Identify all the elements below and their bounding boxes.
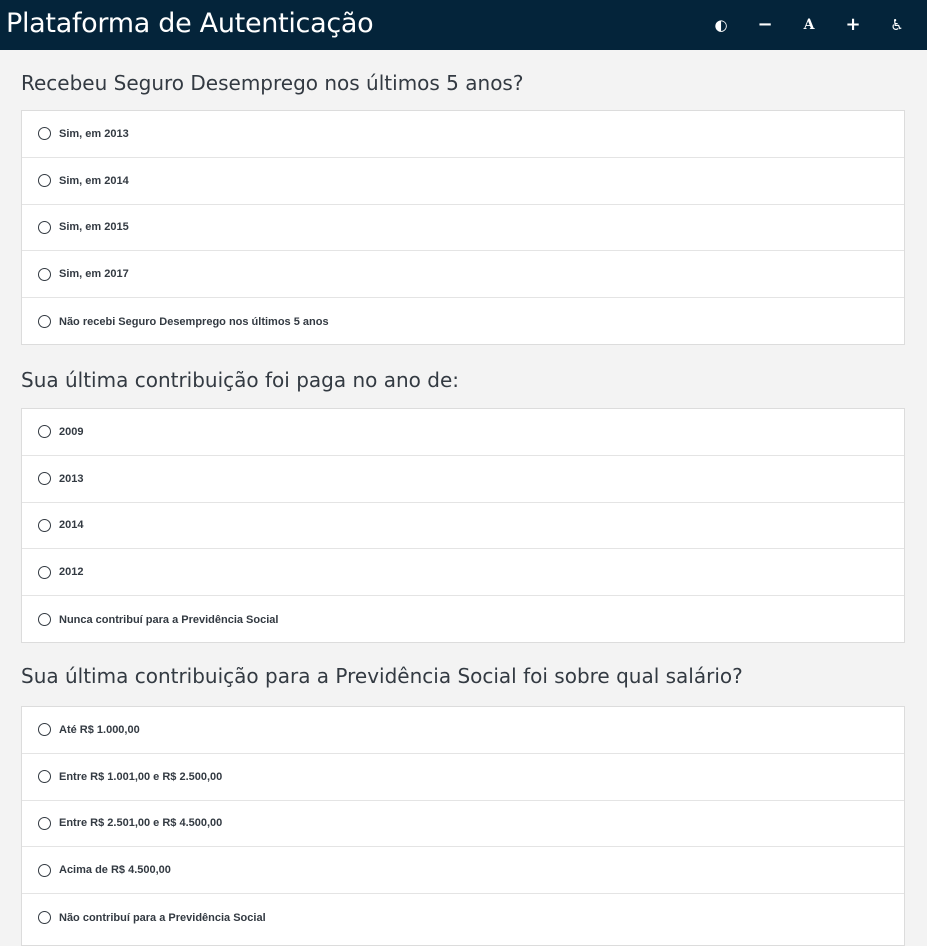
question-title: Sua última contribuição foi paga no ano …	[21, 368, 459, 392]
question-options: 2009 2013 2014 2012 Nunca contribuí para…	[21, 408, 905, 643]
question-options: Até R$ 1.000,00 Entre R$ 1.001,00 e R$ 2…	[21, 706, 905, 946]
option-label: Sim, em 2013	[59, 127, 129, 140]
option-label: Nunca contribuí para a Previdência Socia…	[59, 613, 279, 626]
option-label: Sim, em 2015	[59, 221, 129, 234]
radio-button[interactable]	[38, 267, 51, 281]
question-title: Sua última contribuição para a Previdênc…	[21, 664, 743, 688]
radio-option[interactable]: Acima de R$ 4.500,00	[22, 847, 904, 895]
radio-button[interactable]	[38, 863, 51, 877]
plus-icon: +	[845, 14, 861, 35]
option-label: 2013	[59, 472, 84, 485]
radio-button[interactable]	[38, 613, 51, 627]
increase-font-button[interactable]: +	[831, 0, 875, 50]
wheelchair-icon: ♿	[890, 15, 904, 34]
radio-option[interactable]: 2013	[22, 456, 904, 503]
radio-option[interactable]: Sim, em 2014	[22, 158, 904, 205]
contrast-icon: ◐	[714, 15, 728, 34]
radio-button[interactable]	[38, 425, 51, 439]
header-bar: Plataforma de Autenticação ◐ − A + ♿	[0, 0, 927, 50]
option-label: Sim, em 2017	[59, 268, 129, 281]
radio-button[interactable]	[38, 127, 51, 141]
minus-icon: −	[757, 14, 773, 35]
option-label: Entre R$ 2.501,00 e R$ 4.500,00	[59, 817, 223, 830]
option-label: 2012	[59, 566, 84, 579]
accessibility-toolbar: ◐ − A + ♿	[699, 0, 919, 50]
question-options: Sim, em 2013 Sim, em 2014 Sim, em 2015 S…	[21, 110, 905, 345]
radio-option[interactable]: 2012	[22, 549, 904, 597]
app-title: Plataforma de Autenticação	[6, 7, 374, 39]
radio-option[interactable]: 2009	[22, 409, 904, 456]
radio-button[interactable]	[38, 315, 51, 329]
radio-option[interactable]: Até R$ 1.000,00	[22, 707, 904, 754]
accessibility-button[interactable]: ♿	[875, 0, 919, 50]
radio-button[interactable]	[38, 816, 51, 830]
radio-option[interactable]: 2014	[22, 503, 904, 550]
option-label: 2009	[59, 425, 84, 438]
option-label: Até R$ 1.000,00	[59, 723, 140, 736]
default-font-button[interactable]: A	[787, 0, 831, 50]
radio-button[interactable]	[38, 770, 51, 784]
radio-option[interactable]: Sim, em 2013	[22, 111, 904, 158]
radio-button[interactable]	[38, 220, 51, 234]
radio-option[interactable]: Sim, em 2015	[22, 205, 904, 252]
radio-option[interactable]: Entre R$ 2.501,00 e R$ 4.500,00	[22, 801, 904, 848]
radio-option[interactable]: Sim, em 2017	[22, 251, 904, 299]
decrease-font-button[interactable]: −	[743, 0, 787, 50]
radio-button[interactable]	[38, 565, 51, 579]
radio-option[interactable]: Nunca contribuí para a Previdência Socia…	[22, 596, 904, 643]
radio-button[interactable]	[38, 174, 51, 188]
radio-button[interactable]	[38, 911, 51, 925]
option-label: Não contribuí para a Previdência Social	[59, 911, 266, 924]
font-icon: A	[803, 17, 815, 33]
option-label: Acima de R$ 4.500,00	[59, 864, 171, 877]
radio-option[interactable]: Não recebi Seguro Desemprego nos últimos…	[22, 298, 904, 345]
radio-button[interactable]	[38, 518, 51, 532]
option-label: Entre R$ 1.001,00 e R$ 2.500,00	[59, 770, 223, 783]
radio-button[interactable]	[38, 472, 51, 486]
radio-button[interactable]	[38, 723, 51, 737]
contrast-button[interactable]: ◐	[699, 0, 743, 50]
radio-option[interactable]: Entre R$ 1.001,00 e R$ 2.500,00	[22, 754, 904, 801]
option-label: 2014	[59, 519, 84, 532]
option-label: Sim, em 2014	[59, 174, 129, 187]
option-label: Não recebi Seguro Desemprego nos últimos…	[59, 315, 329, 328]
radio-option[interactable]: Não contribuí para a Previdência Social	[22, 894, 904, 941]
question-title: Recebeu Seguro Desemprego nos últimos 5 …	[21, 71, 524, 95]
